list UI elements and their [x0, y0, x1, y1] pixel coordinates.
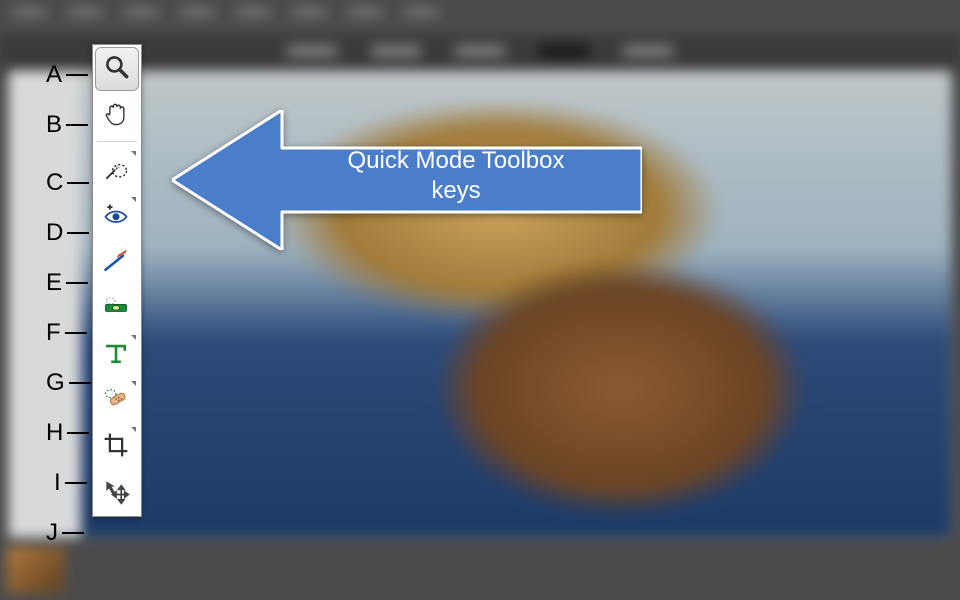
magnifier-icon: [103, 53, 131, 86]
whiten-teeth-tool[interactable]: [93, 240, 139, 286]
label-j: J: [46, 508, 91, 558]
spot-heal-tool[interactable]: [93, 378, 139, 424]
toothbrush-icon: [102, 247, 130, 280]
move-icon: [102, 477, 130, 510]
zoom-tool[interactable]: [95, 47, 139, 91]
type-tool[interactable]: [93, 332, 139, 378]
label-f: F: [46, 308, 91, 358]
label-e: E: [46, 258, 91, 308]
move-tool[interactable]: [93, 470, 139, 516]
quick-mode-toolbox: [92, 44, 142, 517]
eye-plus-icon: [102, 201, 130, 234]
hand-tool[interactable]: [93, 93, 139, 139]
hand-icon: [102, 100, 130, 133]
label-i: I: [46, 458, 91, 508]
label-h: H: [46, 408, 91, 458]
quick-selection-tool[interactable]: [93, 148, 139, 194]
straighten-tool[interactable]: [93, 286, 139, 332]
crop-tool[interactable]: [93, 424, 139, 470]
label-b: B: [46, 100, 91, 150]
bandage-icon: [102, 385, 130, 418]
label-g: G: [46, 358, 91, 408]
label-column: A B C D E F G H I J: [46, 50, 91, 558]
red-eye-tool[interactable]: [93, 194, 139, 240]
level-icon: [102, 293, 130, 326]
label-c: C: [46, 158, 91, 208]
crop-icon: [102, 431, 130, 464]
type-icon: [102, 339, 130, 372]
wand-select-icon: [102, 155, 130, 188]
callout-arrow: [172, 110, 642, 250]
label-a: A: [46, 50, 91, 100]
label-d: D: [46, 208, 91, 258]
